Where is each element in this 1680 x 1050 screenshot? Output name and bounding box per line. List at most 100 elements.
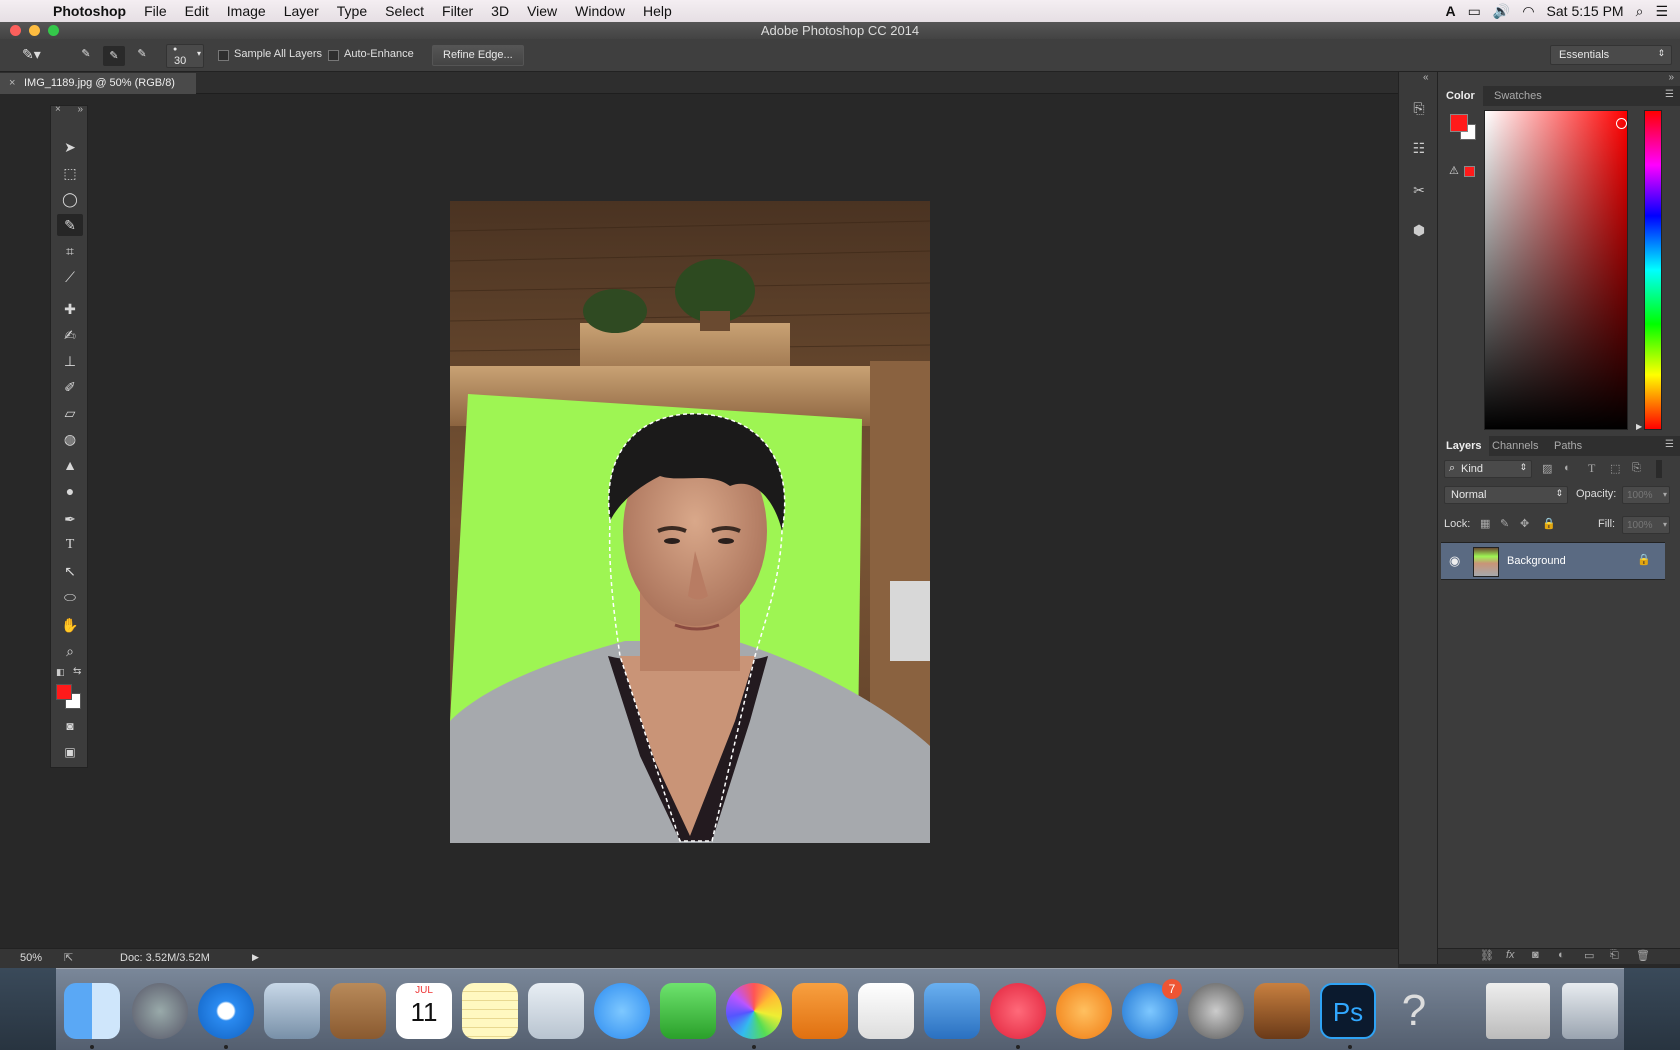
hue-slider-handle-icon[interactable]: ▶ [1636, 422, 1642, 431]
close-panel-icon[interactable]: × [55, 104, 61, 115]
document-tab[interactable]: × IMG_1189.jpg @ 50% (RGB/8) [0, 73, 196, 94]
3d-panel-icon[interactable]: ⬢ [1409, 220, 1429, 240]
color-picker-cursor[interactable] [1616, 118, 1627, 129]
layers-panel-menu-icon[interactable]: ☰ [1665, 439, 1674, 450]
export-icon[interactable]: ⇱ [64, 951, 73, 964]
marquee-tool-icon[interactable]: ⬚ [57, 162, 83, 184]
brush-size-picker[interactable]: ● 30 ▾ [166, 44, 204, 68]
safari-icon[interactable] [198, 983, 254, 1039]
menu-window[interactable]: Window [566, 3, 634, 19]
filter-type-icon[interactable]: T [1588, 461, 1595, 476]
numbers-icon[interactable] [858, 983, 914, 1039]
collapse-dock-icon[interactable]: « [1423, 72, 1429, 83]
pages-icon[interactable] [792, 983, 848, 1039]
foreground-color-swatch[interactable] [56, 684, 72, 700]
type-tool-icon[interactable]: T [57, 534, 83, 556]
lock-position-icon[interactable]: ✥ [1520, 517, 1529, 530]
tab-swatches[interactable]: Swatches [1486, 86, 1550, 106]
finder-icon[interactable] [64, 983, 120, 1039]
sample-all-layers-checkbox[interactable] [218, 50, 229, 61]
document-canvas[interactable] [450, 201, 930, 843]
zoom-window-button[interactable] [48, 25, 59, 36]
system-preferences-icon[interactable] [1188, 983, 1244, 1039]
messages-icon[interactable] [594, 983, 650, 1039]
menu-photoshop[interactable]: Photoshop [44, 3, 135, 19]
properties-panel-icon[interactable]: ☷ [1409, 138, 1429, 158]
filter-toggle[interactable] [1656, 460, 1662, 478]
keynote-icon[interactable] [924, 983, 980, 1039]
menu-help[interactable]: Help [634, 3, 681, 19]
panel-foreground-color[interactable] [1450, 114, 1468, 132]
quick-mask-icon[interactable]: ◙ [57, 715, 83, 737]
crop-tool-icon[interactable]: ⌗ [57, 240, 83, 262]
filter-adjustment-icon[interactable]: ◐ [1564, 462, 1571, 474]
eraser-tool-icon[interactable]: ▱ [57, 402, 83, 424]
menu-view[interactable]: View [518, 3, 566, 19]
zoom-tool-icon[interactable]: ⌕ [57, 640, 83, 662]
color-field[interactable] [1484, 110, 1628, 430]
tab-paths[interactable]: Paths [1546, 436, 1590, 456]
close-tab-icon[interactable]: × [9, 73, 15, 94]
menu-file[interactable]: File [135, 3, 176, 19]
quick-selection-tool-icon[interactable]: ✎ [57, 214, 83, 236]
trash-icon[interactable] [1562, 983, 1618, 1039]
dodge-tool-icon[interactable]: ● [57, 480, 83, 502]
opacity-input[interactable]: 100% ▾ [1622, 486, 1670, 504]
launchpad-icon[interactable] [132, 983, 188, 1039]
auto-enhance-checkbox[interactable] [328, 50, 339, 61]
lock-all-icon[interactable]: 🔒 [1542, 517, 1556, 530]
reminders-icon[interactable] [528, 983, 584, 1039]
itunes-icon[interactable] [990, 983, 1046, 1039]
photos-icon[interactable] [726, 983, 782, 1039]
add-to-selection-icon[interactable]: ✎ [103, 46, 125, 66]
visibility-eye-icon[interactable]: ◉ [1449, 553, 1460, 569]
paint-bucket-tool-icon[interactable]: ◍ [57, 428, 83, 450]
notes-icon[interactable] [462, 983, 518, 1039]
adobe-status-icon[interactable]: A [1446, 3, 1456, 19]
layer-name[interactable]: Background [1507, 555, 1566, 567]
tab-color[interactable]: Color [1438, 86, 1483, 106]
lock-transparent-icon[interactable]: ▦ [1480, 517, 1490, 530]
new-group-icon[interactable]: ▭ [1584, 949, 1594, 962]
spotlight-icon[interactable]: ⌕ [1636, 3, 1644, 20]
minimize-window-button[interactable] [29, 25, 40, 36]
menu-filter[interactable]: Filter [433, 3, 482, 19]
clock[interactable]: Sat 5:15 PM [1547, 3, 1624, 19]
volume-icon[interactable]: 🔊 [1493, 3, 1510, 20]
workspace-switcher[interactable]: Essentials ⇕ [1550, 45, 1672, 65]
menu-3d[interactable]: 3D [482, 3, 518, 19]
layer-filter-kind[interactable]: ⌕ Kind ⇕ [1444, 460, 1532, 478]
status-menu-arrow-icon[interactable]: ▶ [252, 952, 259, 963]
layer-thumbnail[interactable] [1473, 547, 1499, 577]
lasso-tool-icon[interactable]: ◯ [57, 188, 83, 210]
history-brush-tool-icon[interactable]: ✐ [57, 376, 83, 398]
tab-layers[interactable]: Layers [1438, 436, 1490, 456]
filter-pixel-icon[interactable]: ▨ [1542, 462, 1552, 475]
fill-input[interactable]: 100% ▾ [1622, 516, 1670, 534]
wifi-icon[interactable]: ◠ [1522, 3, 1534, 20]
tab-channels[interactable]: Channels [1484, 436, 1546, 456]
calendar-icon[interactable]: JUL 11 [396, 983, 452, 1039]
layer-style-icon[interactable]: fx [1506, 949, 1515, 961]
swap-colors-icon[interactable]: ⇆ [73, 666, 81, 677]
gamut-color-swatch[interactable] [1464, 166, 1475, 177]
ibooks-icon[interactable] [1056, 983, 1112, 1039]
eyedropper-tool-icon[interactable]: ⟋ [57, 266, 83, 288]
history-panel-icon[interactable]: ⎘ [1409, 98, 1429, 118]
screen-mode-icon[interactable]: ▣ [57, 741, 83, 763]
blend-mode-select[interactable]: Normal ⇕ [1444, 486, 1568, 504]
layer-row-background[interactable]: ◉ Background 🔒 [1441, 542, 1665, 580]
subtract-from-selection-icon[interactable]: ✎ [132, 47, 152, 65]
clone-stamp-tool-icon[interactable]: ⊥ [57, 350, 83, 372]
new-layer-icon[interactable]: ⎗ [1610, 949, 1619, 962]
move-tool-icon[interactable]: ➤ [57, 136, 83, 158]
notification-center-icon[interactable]: ☰ [1655, 3, 1668, 20]
refine-edge-button[interactable]: Refine Edge... [432, 45, 524, 66]
contacts-icon[interactable] [330, 983, 386, 1039]
default-colors-icon[interactable]: ◧ [56, 667, 65, 678]
dock-folder-stack-icon[interactable] [1486, 983, 1550, 1039]
expand-panels-icon[interactable]: » [1668, 72, 1674, 83]
expand-panel-icon[interactable]: » [77, 104, 83, 115]
pen-tool-icon[interactable]: ✒ [57, 508, 83, 530]
hand-tool-icon[interactable]: ✋ [57, 614, 83, 636]
